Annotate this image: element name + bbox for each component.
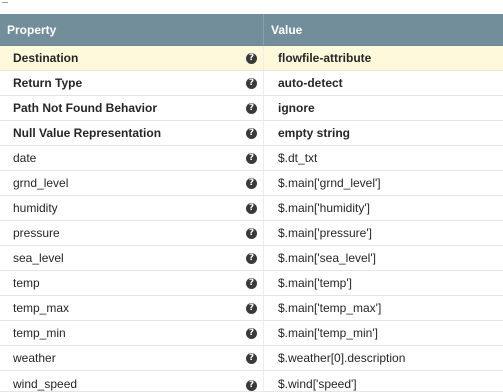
table-row[interactable]: grnd_level ? $.main['grnd_level'] [0, 171, 503, 196]
help-icon[interactable]: ? [246, 352, 257, 364]
property-value: $.main['grnd_level'] [278, 176, 381, 190]
help-icon[interactable]: ? [246, 102, 257, 114]
property-name: weather [13, 351, 56, 365]
value-cell[interactable]: $.wind['speed'] [263, 371, 503, 391]
property-value: ignore [278, 101, 315, 115]
help-icon[interactable]: ? [246, 227, 257, 239]
help-icon[interactable]: ? [246, 127, 257, 139]
property-cell: Path Not Found Behavior ? [0, 96, 263, 120]
property-cell: Null Value Representation ? [0, 121, 263, 145]
help-icon[interactable]: ? [246, 52, 257, 64]
table-header: Property Value [0, 14, 503, 46]
property-value: $.main['pressure'] [278, 226, 372, 240]
table-row[interactable]: Destination ? flowfile-attribute [0, 46, 503, 71]
table-row[interactable]: temp_max ? $.main['temp_max'] [0, 296, 503, 321]
table-row[interactable]: sea_level ? $.main['sea_level'] [0, 246, 503, 271]
property-name: temp [13, 276, 40, 290]
property-cell: temp ? [0, 271, 263, 295]
table-row[interactable]: wind_speed ? $.wind['speed'] [0, 371, 503, 392]
property-name: Return Type [13, 76, 83, 90]
property-cell: temp_max ? [0, 296, 263, 320]
table-row[interactable]: Path Not Found Behavior ? ignore [0, 96, 503, 121]
property-name: Path Not Found Behavior [13, 101, 157, 115]
property-value: $.main['temp'] [278, 276, 352, 290]
property-value: $.dt_txt [278, 151, 318, 165]
column-header-value-label: Value [271, 22, 303, 37]
property-cell: pressure ? [0, 221, 263, 245]
column-header-property-label: Property [7, 22, 57, 37]
property-name: temp_max [13, 301, 70, 315]
property-value: flowfile-attribute [278, 51, 372, 65]
table-row[interactable]: date ? $.dt_txt [0, 146, 503, 171]
property-name: grnd_level [13, 176, 69, 190]
property-name: Null Value Representation [13, 126, 162, 140]
property-value: $.wind['speed'] [278, 377, 357, 391]
property-name: wind_speed [13, 377, 78, 391]
property-value: $.weather[0].description [278, 351, 406, 365]
table-row[interactable]: temp ? $.main['temp'] [0, 271, 503, 296]
property-value: $.main['temp_max'] [278, 301, 382, 315]
column-header-value[interactable]: Value [263, 14, 503, 45]
column-header-property[interactable]: Property [0, 21, 263, 39]
table-row[interactable]: humidity ? $.main['humidity'] [0, 196, 503, 221]
help-icon[interactable]: ? [246, 302, 257, 314]
property-name: humidity [13, 201, 58, 215]
help-icon[interactable]: ? [246, 277, 257, 289]
value-cell[interactable]: flowfile-attribute [263, 46, 503, 70]
table-row[interactable]: temp_min ? $.main['temp_min'] [0, 321, 503, 346]
help-icon[interactable]: ? [246, 202, 257, 214]
property-cell: Return Type ? [0, 71, 263, 95]
value-cell[interactable]: $.main['pressure'] [263, 221, 503, 245]
property-cell: grnd_level ? [0, 171, 263, 195]
property-value: empty string [278, 126, 351, 140]
property-value: $.main['sea_level'] [278, 251, 376, 265]
value-cell[interactable]: $.main['sea_level'] [263, 246, 503, 270]
value-cell[interactable]: $.main['temp_min'] [263, 321, 503, 345]
property-name: sea_level [13, 251, 64, 265]
property-cell: wind_speed ? [0, 371, 263, 391]
value-cell[interactable]: auto-detect [263, 71, 503, 95]
help-icon[interactable]: ? [246, 327, 257, 339]
property-name: Destination [13, 51, 79, 65]
property-name: date [13, 151, 37, 165]
value-cell[interactable]: $.main['temp'] [263, 271, 503, 295]
value-cell[interactable]: $.dt_txt [263, 146, 503, 170]
property-value: $.main['humidity'] [278, 201, 370, 215]
help-icon[interactable]: ? [246, 152, 257, 164]
property-name: pressure [13, 226, 60, 240]
cropped-text-fragment [2, 0, 8, 3]
value-cell[interactable]: empty string [263, 121, 503, 145]
property-value: auto-detect [278, 76, 343, 90]
help-icon[interactable]: ? [246, 252, 257, 264]
property-cell: temp_min ? [0, 321, 263, 345]
property-cell: sea_level ? [0, 246, 263, 270]
value-cell[interactable]: $.main['grnd_level'] [263, 171, 503, 195]
table-row[interactable]: Return Type ? auto-detect [0, 71, 503, 96]
property-name: temp_min [13, 326, 66, 340]
property-cell: humidity ? [0, 196, 263, 220]
properties-table: Property Value Destination ? flowfile-at… [0, 14, 503, 392]
value-cell[interactable]: $.main['humidity'] [263, 196, 503, 220]
table-row[interactable]: weather ? $.weather[0].description [0, 346, 503, 371]
value-cell[interactable]: $.weather[0].description [263, 346, 503, 370]
property-value: $.main['temp_min'] [278, 326, 378, 340]
property-cell: date ? [0, 146, 263, 170]
table-row[interactable]: pressure ? $.main['pressure'] [0, 221, 503, 246]
value-cell[interactable]: $.main['temp_max'] [263, 296, 503, 320]
property-cell: weather ? [0, 346, 263, 370]
value-cell[interactable]: ignore [263, 96, 503, 120]
property-cell: Destination ? [0, 46, 263, 70]
help-icon[interactable]: ? [246, 380, 257, 391]
help-icon[interactable]: ? [246, 77, 257, 89]
top-strip [0, 0, 503, 14]
table-row[interactable]: Null Value Representation ? empty string [0, 121, 503, 146]
help-icon[interactable]: ? [246, 177, 257, 189]
